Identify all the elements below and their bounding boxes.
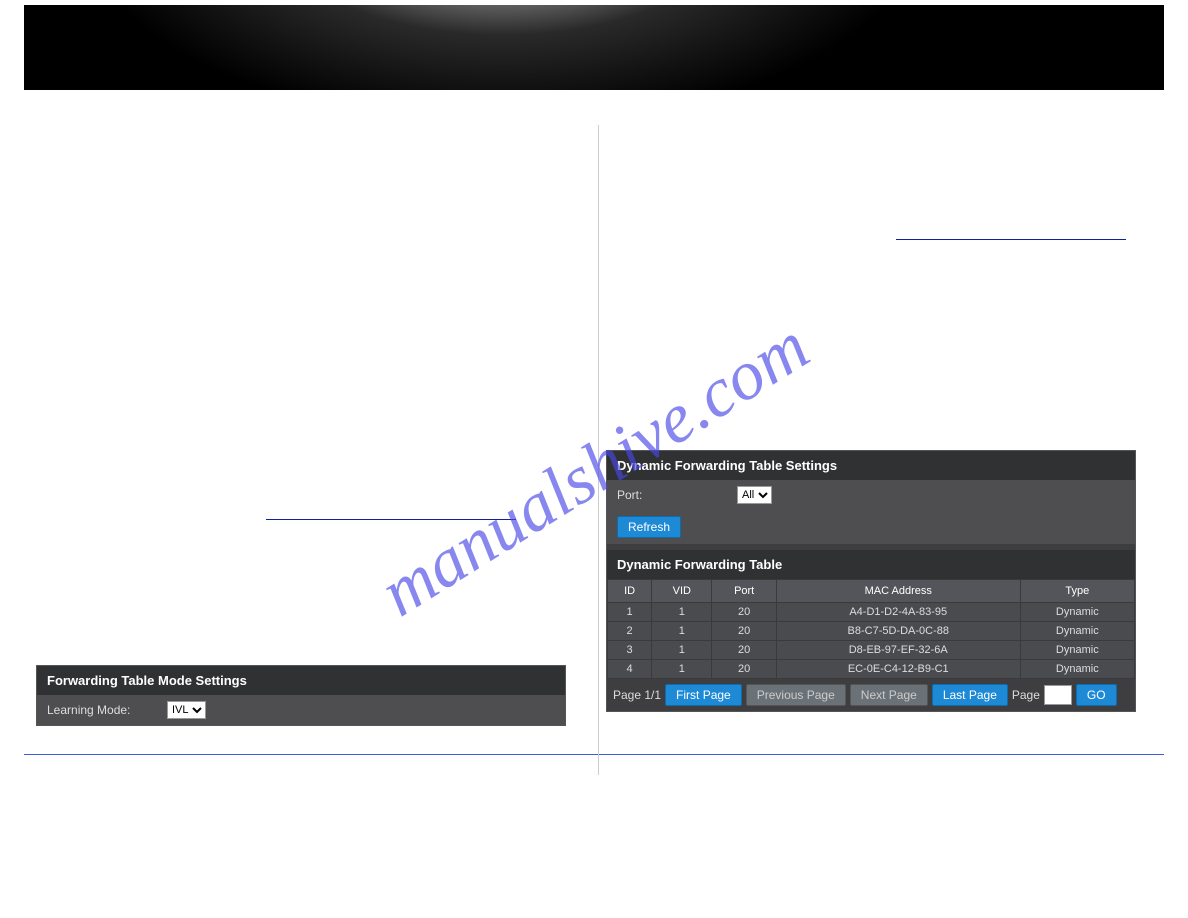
learning-mode-select[interactable]: IVL bbox=[167, 701, 206, 719]
refresh-button[interactable]: Refresh bbox=[617, 516, 681, 538]
page-input[interactable] bbox=[1044, 685, 1072, 705]
dynamic-forwarding-title: Dynamic Forwarding Table Settings bbox=[607, 451, 1135, 480]
go-button[interactable]: GO bbox=[1076, 684, 1117, 706]
prev-page-button[interactable]: Previous Page bbox=[746, 684, 846, 706]
col-port: Port bbox=[712, 580, 776, 603]
page-label: Page bbox=[1012, 688, 1040, 702]
learning-mode-label: Learning Mode: bbox=[47, 703, 167, 717]
last-page-button[interactable]: Last Page bbox=[932, 684, 1008, 706]
col-id: ID bbox=[608, 580, 652, 603]
port-row: Port: All bbox=[607, 480, 1135, 510]
learning-mode-row: Learning Mode: IVL bbox=[37, 695, 565, 725]
dynamic-forwarding-panel: Dynamic Forwarding Table Settings Port: … bbox=[606, 450, 1136, 712]
table-row: 2 1 20 B8-C7-5D-DA-0C-88 Dynamic bbox=[608, 622, 1135, 641]
next-page-button[interactable]: Next Page bbox=[850, 684, 928, 706]
dynamic-table-title: Dynamic Forwarding Table bbox=[607, 550, 1135, 579]
table-row: 3 1 20 D8-EB-97-EF-32-6A Dynamic bbox=[608, 641, 1135, 660]
right-column: Dynamic Forwarding Table Settings Port: … bbox=[594, 155, 1164, 726]
forwarding-mode-panel: Forwarding Table Mode Settings Learning … bbox=[36, 665, 566, 726]
left-column: Forwarding Table Mode Settings Learning … bbox=[24, 155, 594, 726]
port-label: Port: bbox=[617, 488, 737, 502]
col-mac: MAC Address bbox=[776, 580, 1020, 603]
port-select[interactable]: All bbox=[737, 486, 772, 504]
right-section-link[interactable] bbox=[896, 225, 1126, 240]
forwarding-mode-title: Forwarding Table Mode Settings bbox=[37, 666, 565, 695]
table-row: 1 1 20 A4-D1-D2-4A-83-95 Dynamic bbox=[608, 603, 1135, 622]
pager: Page 1/1 First Page Previous Page Next P… bbox=[607, 679, 1135, 711]
table-row: 4 1 20 EC-0E-C4-12-B9-C1 Dynamic bbox=[608, 660, 1135, 679]
col-type: Type bbox=[1020, 580, 1134, 603]
col-vid: VID bbox=[652, 580, 712, 603]
left-section-link[interactable] bbox=[266, 505, 516, 520]
page-info: Page 1/1 bbox=[613, 688, 661, 702]
first-page-button[interactable]: First Page bbox=[665, 684, 742, 706]
dynamic-forwarding-table: ID VID Port MAC Address Type 1 1 20 A4-D… bbox=[607, 579, 1135, 679]
footer-rule bbox=[24, 754, 1164, 755]
top-banner bbox=[24, 0, 1164, 90]
